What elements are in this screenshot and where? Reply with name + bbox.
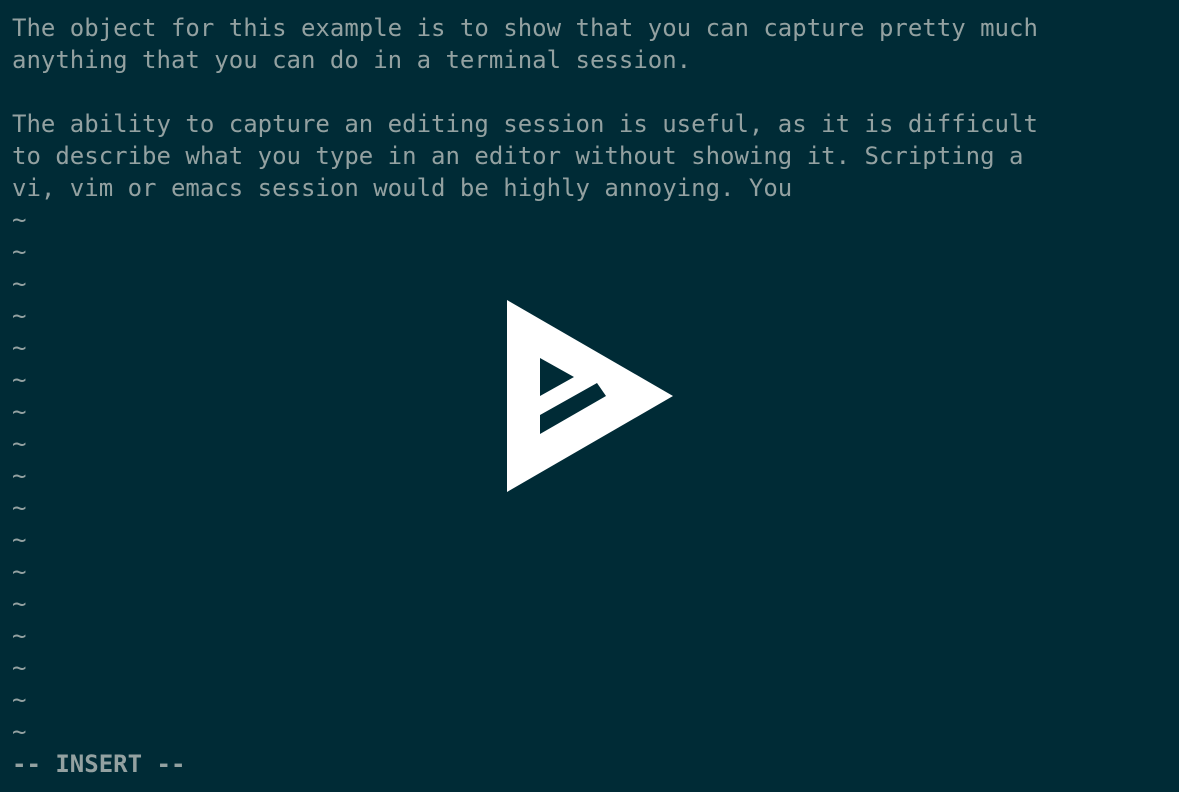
terminal-screen: The object for this example is to show t… [0,0,1179,792]
editor-text-area: The object for this example is to show t… [12,12,1179,204]
editor-line: The ability to capture an editing sessio… [12,110,1038,138]
play-button[interactable] [507,300,673,492]
empty-line-marker: ~ [12,494,27,522]
editor-line: The object for this example is to show t… [12,14,1038,42]
empty-line-marker: ~ [12,558,27,586]
editor-line: anything that you can do in a terminal s… [12,46,692,74]
mode-indicator: -- INSERT -- [12,750,186,778]
empty-line-marker: ~ [12,238,27,266]
empty-line-marker: ~ [12,718,27,746]
empty-line-marker: ~ [12,270,27,298]
empty-line-marker: ~ [12,526,27,554]
empty-line-marker: ~ [12,622,27,650]
editor-line: to describe what you type in an editor w… [12,142,1024,170]
empty-line-marker: ~ [12,686,27,714]
empty-line-marker: ~ [12,590,27,618]
asciinema-play-icon [507,300,673,492]
empty-line-marker: ~ [12,654,27,682]
empty-line-marker: ~ [12,206,27,234]
editor-line: vi, vim or emacs session would be highly… [12,174,793,202]
